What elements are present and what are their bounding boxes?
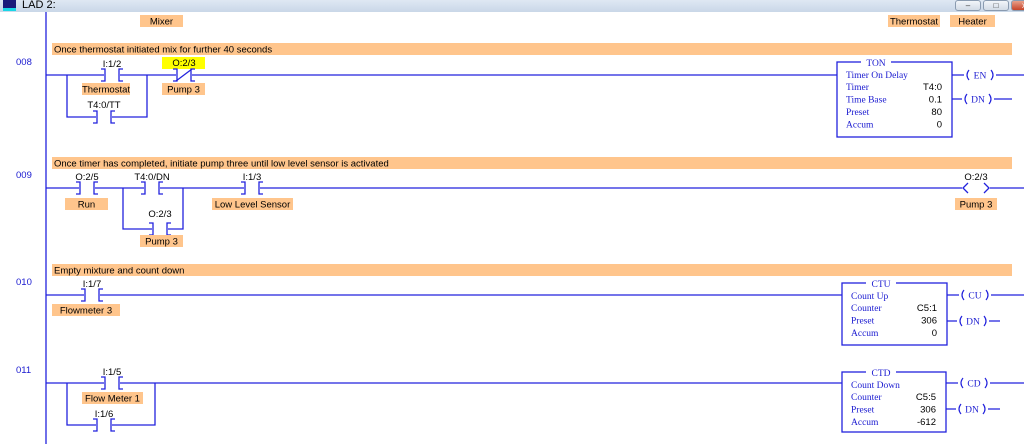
contact-label: Flowmeter 3 xyxy=(60,306,112,317)
block-title: Count Up xyxy=(851,292,888,302)
rung-number: 010 xyxy=(16,277,32,288)
block-param-name: Preset xyxy=(846,108,870,118)
block-param-name: Accum xyxy=(846,121,874,131)
block-type: CTD xyxy=(872,369,891,379)
block-param-value: C5:1 xyxy=(917,303,937,314)
coil-dn[interactable]: DN xyxy=(971,96,985,106)
block-title: Timer On Delay xyxy=(846,71,908,81)
header-label-thermostat: Thermostat xyxy=(890,17,938,28)
block-param-name: Accum xyxy=(851,418,879,428)
contact-gap xyxy=(144,186,160,190)
rung-comment: Once thermostat initiated mix for furthe… xyxy=(54,45,272,56)
contact-gap xyxy=(104,381,120,385)
block-param-value: T4:0 xyxy=(923,82,942,93)
block-param-name: Timer xyxy=(846,83,870,93)
coil-cu[interactable]: CU xyxy=(968,292,981,302)
contact-address: O:2/3 xyxy=(172,58,195,69)
block-type: TON xyxy=(866,59,885,69)
rung-comment: Once timer has completed, initiate pump … xyxy=(54,159,389,170)
block-param-name: Preset xyxy=(851,406,875,416)
block-param-name: Counter xyxy=(851,393,882,403)
block-title: Count Down xyxy=(851,381,900,391)
block-param-value: 0.1 xyxy=(929,95,942,106)
block-param-name: Accum xyxy=(851,329,879,339)
coil-cd[interactable]: CD xyxy=(967,380,980,390)
contact-gap xyxy=(96,423,112,427)
coil-dn[interactable]: DN xyxy=(965,406,979,416)
rung-comment: Empty mixture and count down xyxy=(54,266,184,277)
rung-number: 011 xyxy=(16,365,31,376)
contact-gap xyxy=(244,186,260,190)
block-param-value: 0 xyxy=(937,120,942,131)
block-param-value: 306 xyxy=(920,405,936,416)
rung-number: 009 xyxy=(16,170,32,181)
contact-label: Low Level Sensor xyxy=(215,200,291,211)
contact-label: Thermostat xyxy=(82,85,130,96)
contact-label: Pump 3 xyxy=(167,85,200,96)
coil-label: Pump 3 xyxy=(960,200,993,211)
contact-gap xyxy=(152,227,168,231)
contact-gap xyxy=(79,186,95,190)
contact-label: Run xyxy=(78,200,95,211)
contact-gap xyxy=(104,73,120,77)
block-param-value: 80 xyxy=(931,107,942,118)
coil-en[interactable]: EN xyxy=(974,72,987,82)
contact-gap xyxy=(84,293,100,297)
contact-address: T4:0/DN xyxy=(134,172,170,183)
header-label-mixer: Mixer xyxy=(150,17,173,28)
contact-label: Pump 3 xyxy=(145,237,178,248)
block-param-value: 306 xyxy=(921,316,937,327)
coil-address: O:2/3 xyxy=(964,172,987,183)
ladder-diagram: Mixer Thermostat Heater 008 009 010 011 Once th… xyxy=(16,12,1024,444)
block-param-value: C5:5 xyxy=(916,392,936,403)
rung-comment-bg xyxy=(52,264,1012,276)
coil-dn[interactable]: DN xyxy=(966,318,980,328)
block-param-name: Time Base xyxy=(846,96,887,106)
contact-gap xyxy=(96,115,112,119)
block-param-name: Preset xyxy=(851,317,875,327)
contact-address: O:2/3 xyxy=(148,209,171,220)
contact-address: T4:0/TT xyxy=(87,100,120,111)
header-label-heater: Heater xyxy=(958,17,987,28)
block-type: CTU xyxy=(872,280,891,290)
rung-number: 008 xyxy=(16,57,32,68)
contact-label: Flow Meter 1 xyxy=(85,394,140,405)
block-param-value: -612 xyxy=(917,417,936,428)
block-param-name: Counter xyxy=(851,304,882,314)
block-param-value: 0 xyxy=(932,328,937,339)
